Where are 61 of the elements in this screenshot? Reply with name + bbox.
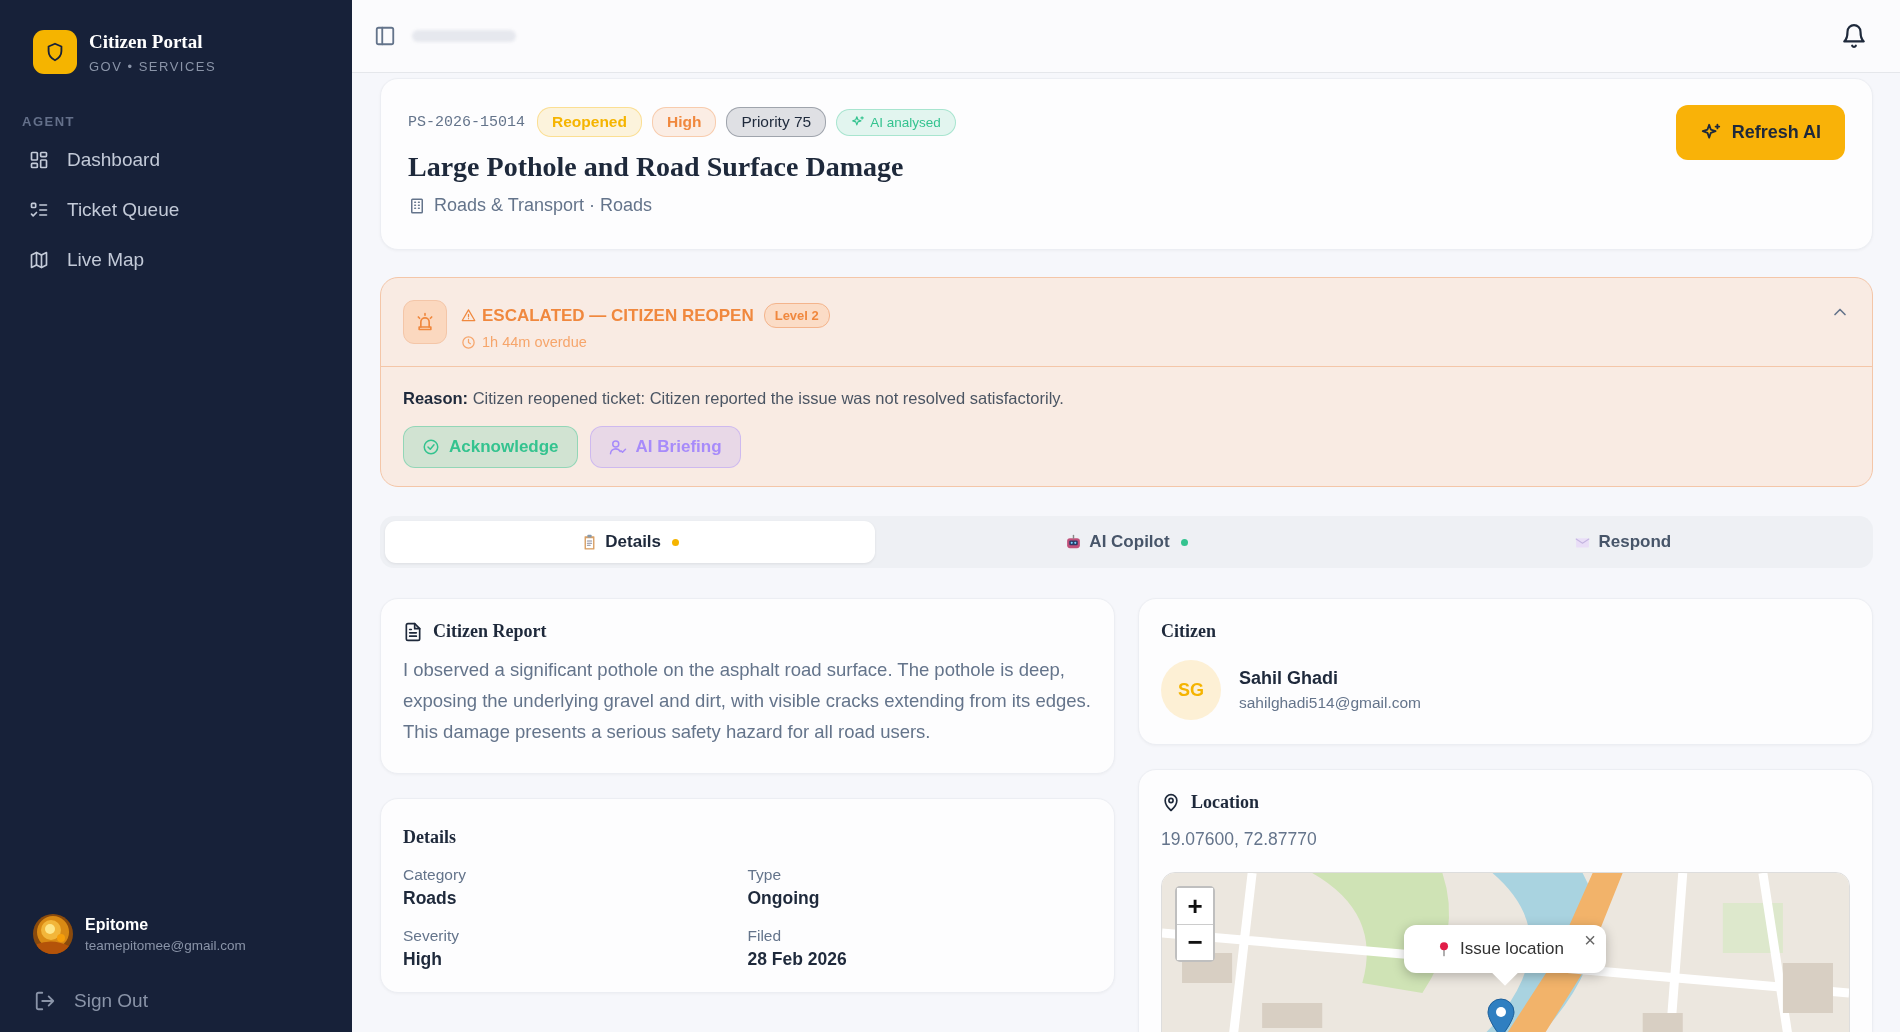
card-title: Details: [403, 827, 456, 848]
location-pin-icon: [1161, 792, 1181, 813]
grid-icon: [29, 150, 49, 170]
field-label: Filed: [747, 927, 783, 945]
status-badge: Priority 75: [726, 107, 827, 137]
overdue-time: 1h 44m overdue: [482, 334, 587, 350]
checklist-icon: [29, 200, 49, 220]
brand-subtitle: GOV • SERVICES: [89, 58, 217, 74]
escalation-reason: Reason: Citizen reopened ticket: Citizen reported the issue was not resolved satisfactorily.: [403, 389, 1065, 408]
close-button[interactable]: ×: [1584, 929, 1596, 952]
sidebar-item[interactable]: Dashboard: [12, 137, 340, 183]
popup-text: Issue location: [1460, 939, 1564, 959]
refresh-ai-button[interactable]: Refresh AI: [1675, 105, 1845, 160]
citizen-avatar: SG: [1161, 660, 1221, 720]
field-label: Category: [403, 866, 467, 884]
brand-title: Citizen Portal: [89, 30, 204, 53]
check-circle-icon: [422, 438, 440, 456]
report-text: I observed a significant pothole on the asphalt road surface. The pothole is deep, exposing the underlying gravel and dirt, with visible cracks extending from its edges. This damage presents a serious safety hazard for all road users.: [403, 658, 1092, 744]
building-icon: [408, 196, 426, 215]
field-value: High: [403, 949, 443, 970]
status-badge: AI analysed: [836, 108, 956, 136]
sign-out-icon: [34, 990, 56, 1012]
notification-bell-icon[interactable]: [1841, 23, 1867, 49]
tab[interactable]: Details: [385, 521, 876, 563]
section-label: AGENT: [21, 114, 76, 129]
field-value: 28 Feb 2026: [747, 949, 848, 970]
user-name: Epitome: [85, 915, 150, 934]
ticket-category: Roads & Transport · Roads: [434, 195, 653, 216]
citizen-email: sahilghadi514@gmail.com: [1239, 694, 1422, 712]
sidebar-toggle-icon[interactable]: [374, 25, 396, 47]
status-badge: High: [651, 107, 717, 137]
user-check-icon: [608, 438, 627, 456]
user-email: teamepitomee@gmail.com: [85, 937, 246, 953]
level-badge: Level 2: [763, 303, 830, 328]
field-value: Roads: [403, 888, 458, 909]
status-badge: Reopened: [537, 107, 642, 137]
sign-out-button[interactable]: Sign Out: [0, 990, 182, 1012]
sidebar-item[interactable]: Ticket Queue: [12, 187, 340, 233]
ticket-title: Large Pothole and Road Surface Damage: [408, 151, 905, 183]
warning-icon: [461, 308, 476, 323]
siren-icon: [415, 312, 435, 332]
document-icon: [403, 621, 423, 642]
sidebar-item[interactable]: Live Map: [12, 237, 340, 283]
zoom-out-button[interactable]: −: [1177, 924, 1213, 960]
field-label: Severity: [403, 927, 460, 945]
map-icon: [29, 250, 49, 270]
escalation-title: ESCALATED — CITIZEN REOPEN: [461, 305, 754, 326]
tab[interactable]: Respond: [1377, 521, 1868, 563]
card-title: Citizen: [1161, 621, 1216, 642]
logo[interactable]: [33, 30, 77, 74]
card-title: Citizen Report: [433, 621, 547, 642]
field-label: Type: [747, 866, 783, 884]
robot-icon: [1065, 533, 1083, 551]
citizen-name: Sahil Ghadi: [1239, 668, 1340, 689]
coordinates: 19.07600, 72.87770: [1161, 829, 1318, 850]
map-marker-icon: [1486, 997, 1516, 1032]
card-title: Location: [1191, 792, 1259, 813]
tab[interactable]: AI Copilot: [881, 521, 1372, 563]
field-value: Ongoing: [747, 888, 821, 909]
ticket-id: PS-2026-15014: [408, 113, 526, 131]
clock-icon: [461, 334, 476, 350]
